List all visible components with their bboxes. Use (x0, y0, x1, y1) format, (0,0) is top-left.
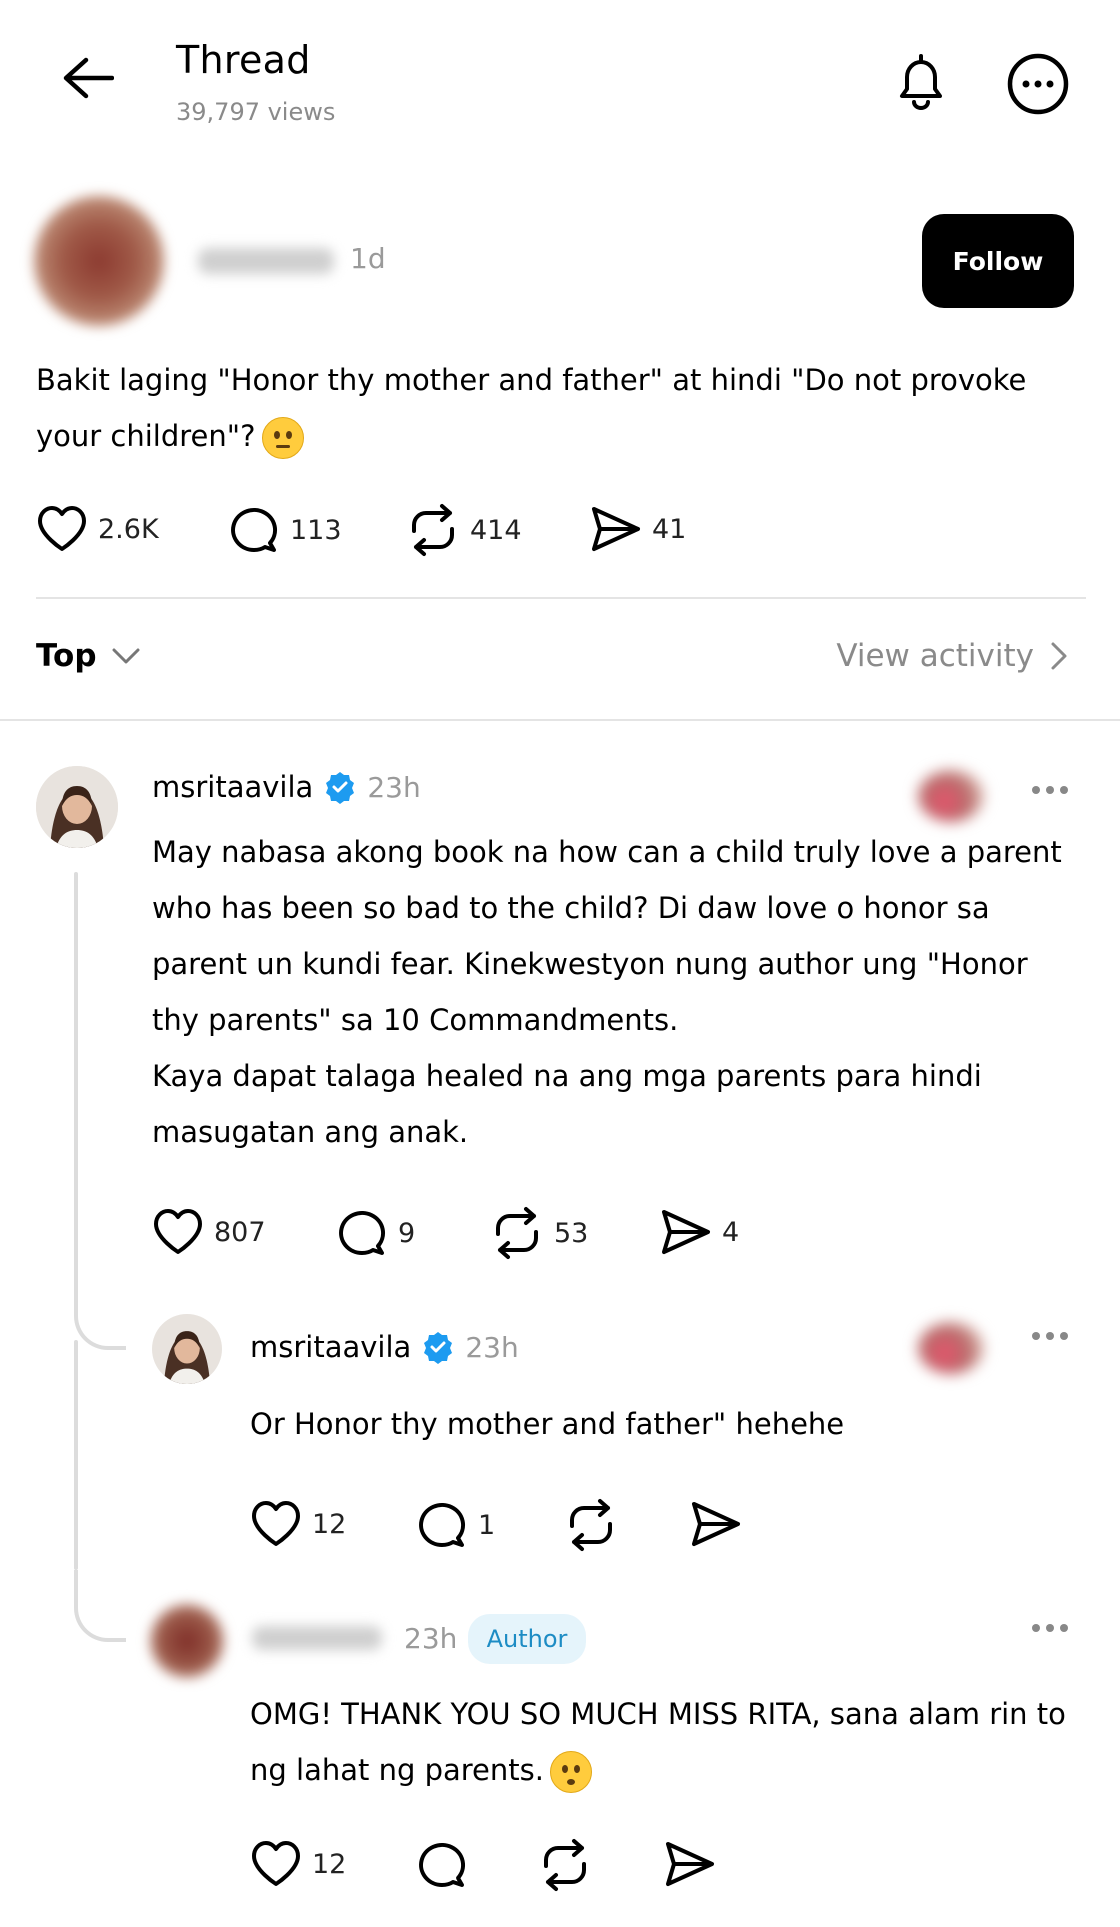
divider (36, 597, 1086, 599)
post-comment-button[interactable]: 113 (228, 505, 342, 555)
repost-icon (544, 1839, 586, 1891)
author-name-blurred[interactable] (252, 1626, 382, 1650)
author-avatar[interactable] (34, 196, 164, 326)
post-comment-count: 113 (290, 514, 342, 546)
verified-badge-icon (424, 1332, 453, 1364)
comment1-line: masugatan ang anak. (152, 1115, 469, 1149)
comment1-like-count: 807 (214, 1216, 266, 1248)
comment2-comment-button[interactable]: 1 (416, 1500, 495, 1550)
comment2-like-count: 12 (312, 1508, 347, 1540)
comment-icon (231, 508, 278, 552)
msritaavila-avatar[interactable] (152, 1314, 222, 1384)
comment3-like-count: 12 (312, 1848, 347, 1880)
post-text-line1: Bakit laging "Honor thy mother and fathe… (36, 363, 1027, 397)
comment1-comment-count: 9 (398, 1217, 416, 1249)
post-repost-count: 414 (470, 514, 522, 546)
thread-line (74, 872, 78, 1312)
comment-icon (339, 1211, 386, 1255)
author-name-blurred[interactable] (198, 248, 334, 274)
page-title: Thread (176, 38, 311, 82)
comment1-repost-button[interactable]: 53 (490, 1206, 588, 1260)
back-arrow-icon[interactable] (62, 56, 114, 100)
thread-connector (74, 1570, 126, 1642)
sort-dropdown[interactable]: Top (36, 638, 141, 674)
more-options-icon[interactable] (1006, 52, 1070, 116)
heart-icon (38, 506, 86, 551)
comment3-line: ng lahat ng parents. (250, 1753, 544, 1787)
heart-icon (252, 1841, 300, 1886)
comment3-repost-button[interactable] (538, 1838, 592, 1892)
send-icon (592, 507, 640, 551)
divider (0, 719, 1120, 721)
post-like-count: 2.6K (98, 513, 159, 545)
comment1-line: May nabasa akong book na how can a child… (152, 835, 1062, 869)
comment1-line: parent un kundi fear. Kinekwestyon nung … (152, 947, 1028, 981)
comment2-username[interactable]: msritaavila (250, 1330, 411, 1364)
comment1-line: Kaya dapat talaga healed na ang mga pare… (152, 1059, 982, 1093)
comment1-text: May nabasa akong book na how can a child… (152, 824, 1092, 1160)
heart-icon (252, 1501, 300, 1546)
post-time: 1d (350, 242, 386, 275)
comment1-line: who has been so bad to the child? Di daw… (152, 891, 990, 925)
send-icon (692, 1502, 740, 1546)
comment1-more-icon[interactable] (1032, 786, 1068, 794)
verified-badge-icon (326, 772, 355, 804)
comment2-time: 23h (465, 1330, 519, 1364)
view-activity-link[interactable]: View activity (836, 638, 1068, 674)
comment1-like-button[interactable]: 807 (152, 1208, 266, 1256)
bell-icon[interactable] (892, 52, 950, 114)
comment3-more-icon[interactable] (1032, 1624, 1068, 1632)
thinking-face-emoji (261, 417, 304, 459)
comment3-comment-button[interactable] (416, 1840, 468, 1890)
reaction-image-blurred (918, 1322, 984, 1374)
comment-icon (419, 1503, 466, 1547)
msritaavila-avatar[interactable] (36, 766, 118, 848)
comment1-header: msritaavila 23h (152, 770, 421, 804)
repost-icon (412, 504, 454, 556)
comment3-like-button[interactable]: 12 (250, 1840, 346, 1888)
view-activity-label: View activity (836, 638, 1034, 674)
comment2-header: msritaavila 23h (250, 1330, 519, 1364)
comment1-time: 23h (367, 770, 421, 804)
post-repost-button[interactable]: 414 (406, 503, 522, 557)
comment1-repost-count: 53 (554, 1217, 589, 1249)
thread-connector (74, 1290, 126, 1350)
comment-icon (419, 1843, 466, 1887)
thread-line (74, 1340, 78, 1570)
post-text: Bakit laging "Honor thy mother and fathe… (36, 352, 1086, 464)
comment1-share-button[interactable]: 4 (660, 1208, 739, 1256)
comment2-more-icon[interactable] (1032, 1332, 1068, 1340)
comment2-like-button[interactable]: 12 (250, 1500, 346, 1548)
repost-icon (570, 1499, 612, 1551)
follow-button[interactable]: Follow (922, 214, 1074, 308)
comment2-share-button[interactable] (690, 1500, 742, 1548)
chevron-down-icon (112, 648, 140, 664)
comment1-username[interactable]: msritaavila (152, 770, 313, 804)
post-share-button[interactable]: 41 (590, 505, 686, 553)
send-icon (662, 1210, 710, 1254)
comment3-share-button[interactable] (664, 1840, 716, 1888)
author-avatar[interactable] (150, 1604, 224, 1678)
repost-icon (496, 1207, 538, 1259)
heart-icon (154, 1209, 202, 1254)
comment3-time: 23h (404, 1622, 458, 1655)
comment3-text: OMG! THANK YOU SO MUCH MISS RITA, sana a… (250, 1686, 1110, 1798)
post-text-line2: your children"? (36, 419, 256, 453)
comment2-repost-button[interactable] (564, 1498, 618, 1552)
comment3-line: OMG! THANK YOU SO MUCH MISS RITA, sana a… (250, 1697, 1066, 1731)
author-badge: Author (468, 1614, 586, 1664)
chevron-right-icon (1051, 642, 1067, 670)
comment1-share-count: 4 (722, 1216, 740, 1248)
send-icon (666, 1842, 714, 1886)
post-share-count: 41 (652, 513, 687, 545)
comment1-line: thy parents" sa 10 Commandments. (152, 1003, 679, 1037)
post-like-button[interactable]: 2.6K (36, 505, 159, 553)
view-count: 39,797 views (176, 98, 336, 126)
comment2-comment-count: 1 (478, 1509, 496, 1541)
comment2-text: Or Honor thy mother and father" hehehe (250, 1407, 845, 1441)
pleading-face-emoji (549, 1751, 592, 1793)
sort-label: Top (36, 638, 97, 674)
comment1-comment-button[interactable]: 9 (336, 1208, 415, 1258)
reaction-image-blurred (918, 770, 984, 822)
